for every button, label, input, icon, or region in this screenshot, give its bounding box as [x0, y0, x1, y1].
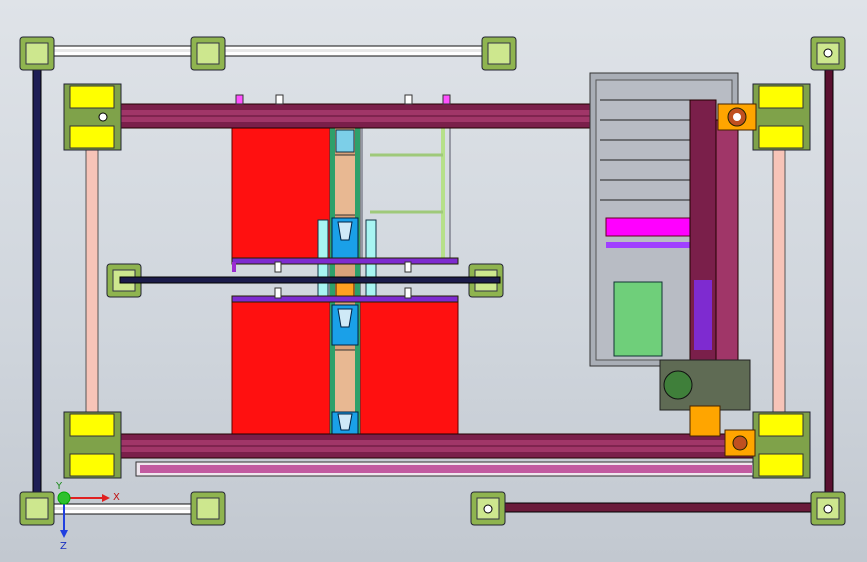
z-axis-label: Z — [60, 541, 67, 552]
x-axis-label: X — [113, 492, 120, 503]
post-right — [772, 149, 786, 413]
bracket-bottom-mid — [190, 491, 226, 526]
bracket-bottom-left — [19, 491, 55, 526]
gantry-beam-bottom — [111, 433, 778, 477]
cad-viewport[interactable]: X Y Z — [0, 0, 867, 562]
assembly-drawing: X Y Z — [19, 36, 846, 552]
y-axis-dot — [57, 491, 71, 505]
bracket-top-right — [481, 36, 517, 71]
cross-shafts — [119, 257, 501, 303]
bracket-top-mid — [190, 36, 226, 71]
post-left — [85, 149, 99, 413]
y-axis-label: Y — [55, 481, 63, 492]
axis-triad: X Y Z — [55, 481, 120, 552]
bracket-top-left — [19, 36, 55, 71]
rack-magazine — [589, 72, 757, 457]
